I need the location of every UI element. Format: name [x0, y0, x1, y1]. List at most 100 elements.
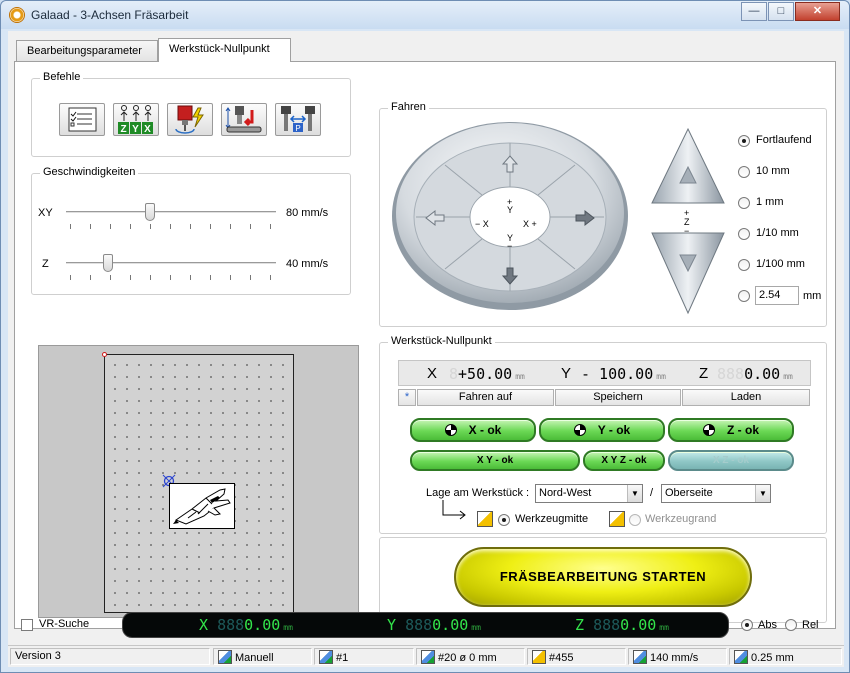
y-ok-button[interactable]: Y - ok	[539, 418, 665, 442]
pos-y-value: 0.00	[432, 616, 469, 634]
tab-bearbeitungsparameter[interactable]: Bearbeitungsparameter	[16, 40, 158, 62]
pos-z-label: Z	[575, 616, 585, 634]
tool-change-button[interactable]: P	[275, 103, 321, 136]
position-display: X 8880.00 mm Y 8880.00 mm Z 8880.00 mm	[122, 612, 729, 638]
pos-x-unit: mm	[283, 623, 293, 632]
axis-reference-button[interactable]: Z Y X	[113, 103, 159, 136]
lage-select[interactable]: Nord-West ▼	[535, 484, 643, 503]
fahren-group: Fahren + Y − X X + Y − + Z − Fortlaufend…	[379, 101, 827, 327]
title-bar: Galaad - 3-Achsen Fräsarbeit — □ ✕	[1, 1, 849, 29]
status-tool-info: #20 ø 0 mm	[416, 648, 525, 665]
status-mode: Manuell	[213, 648, 312, 665]
xz-ok-button[interactable]: X Z - ok	[668, 450, 794, 471]
spindle-button[interactable]	[167, 103, 213, 136]
rel-radio[interactable]	[785, 619, 797, 631]
x-ok-button[interactable]: X - ok	[410, 418, 536, 442]
client-area: Bearbeitungsparameter Werkstück-Nullpunk…	[8, 31, 844, 667]
seite-select[interactable]: Oberseite ▼	[661, 484, 771, 503]
step-1mm-radio[interactable]	[738, 197, 750, 209]
z-ok-button[interactable]: Z - ok	[668, 418, 794, 442]
z-speed-track[interactable]	[66, 262, 276, 265]
dial-y-top-label: Y	[507, 205, 514, 215]
design-thumbnail	[169, 483, 235, 529]
zero-z-label: Z	[699, 365, 709, 382]
app-window: Galaad - 3-Achsen Fräsarbeit — □ ✕ Bearb…	[0, 0, 850, 673]
chevron-down-icon: ▼	[755, 485, 770, 502]
nullpunkt-group: Werkstück-Nullpunkt X 8+50.00 mm Y - 100.…	[379, 335, 827, 534]
x-ok-label: X - ok	[468, 423, 502, 437]
start-milling-button[interactable]: FRÄSBEARBEITUNG STARTEN	[454, 547, 752, 607]
speichern-button[interactable]: Speichern	[555, 389, 681, 406]
tool-measure-button[interactable]	[221, 103, 267, 136]
zero-z-ghost: 888	[717, 365, 745, 383]
y-ok-label: Y - ok	[597, 423, 631, 437]
zero-x-value: +50.00	[458, 365, 513, 383]
tab-panel: Befehle Z Y X P Geschwindigkeiten XY 80 …	[14, 61, 836, 629]
hand-mode-icon	[218, 650, 232, 664]
z-speed-ticks	[70, 275, 272, 280]
zero-z-value-field: 8880.00 mm	[717, 365, 793, 383]
xyz-ok-button[interactable]: X Y Z - ok	[583, 450, 665, 471]
minimize-button[interactable]: —	[741, 2, 767, 21]
step-10mm-radio[interactable]	[738, 166, 750, 178]
fahren-auf-button[interactable]: Fahren auf	[417, 389, 554, 406]
fahren-title: Fahren	[388, 101, 429, 113]
laden-button[interactable]: Laden	[682, 389, 810, 406]
werkzeugrand-radio[interactable]	[629, 514, 641, 526]
svg-text:P: P	[295, 124, 300, 133]
z-speed-value: 40 mm/s	[286, 258, 329, 270]
zero-x-ghost: 8	[449, 365, 459, 383]
dial-y-minus: −	[507, 241, 513, 251]
xy-speed-ticks	[70, 224, 272, 229]
xy-ok-button[interactable]: X Y - ok	[410, 450, 580, 471]
nullpunkt-title: Werkstück-Nullpunkt	[388, 335, 495, 347]
close-button[interactable]: ✕	[795, 2, 840, 21]
material-icon	[532, 650, 546, 664]
vr-suche-label: VR-Suche	[39, 618, 90, 630]
zero-y-label: Y	[561, 365, 572, 382]
step-custom-unit: mm	[803, 290, 822, 302]
cutter-icon	[421, 650, 435, 664]
status-speed: 140 mm/s	[628, 648, 727, 665]
zero-x-value-field: 8+50.00 mm	[449, 365, 525, 383]
z-speed-thumb[interactable]	[103, 254, 113, 272]
z-ok-label: Z - ok	[727, 423, 759, 437]
xy-jog-dial	[392, 122, 628, 310]
status-tool-number-text: #1	[336, 652, 349, 664]
depth-icon	[734, 650, 748, 664]
step-fortlaufend-radio[interactable]	[738, 135, 750, 147]
connector-arrow-icon	[442, 500, 466, 520]
workpiece-preview[interactable]	[38, 345, 359, 618]
step-fortlaufend-label: Fortlaufend	[756, 134, 812, 146]
werkzeugmitte-radio[interactable]	[498, 514, 510, 526]
tool-change-icon: P	[281, 106, 315, 133]
maximize-button[interactable]: □	[768, 2, 794, 21]
z-minus-button[interactable]	[651, 232, 725, 315]
tool-edge-icon	[609, 511, 625, 527]
xy-speed-track[interactable]	[66, 211, 276, 214]
zero-z-unit: mm	[783, 372, 793, 381]
job-list-button[interactable]	[59, 103, 105, 136]
werkzeugrand-label: Werkzeugrand	[645, 513, 717, 525]
target-icon	[444, 424, 457, 436]
space-shuttle-icon	[173, 488, 231, 525]
werkzeugmitte-label: Werkzeugmitte	[515, 513, 589, 525]
xy-speed-thumb[interactable]	[145, 203, 155, 221]
star-button[interactable]: *	[398, 389, 416, 406]
step-1-10mm-radio[interactable]	[738, 228, 750, 240]
lage-select-value: Nord-West	[539, 487, 592, 499]
vr-suche-checkbox[interactable]	[21, 619, 33, 631]
abs-radio[interactable]	[741, 619, 753, 631]
seite-select-value: Oberseite	[665, 487, 713, 499]
step-1-100mm-radio[interactable]	[738, 259, 750, 271]
pos-y-unit: mm	[471, 623, 481, 632]
step-custom-input[interactable]: 2.54	[755, 286, 799, 305]
z-speed-label: Z	[42, 258, 49, 270]
step-1-100mm-label: 1/100 mm	[756, 258, 805, 270]
step-10mm-label: 10 mm	[756, 165, 790, 177]
step-custom-radio[interactable]	[738, 290, 750, 302]
tab-werkstueck-nullpunkt[interactable]: Werkstück-Nullpunkt	[158, 38, 291, 62]
zero-z-value: 0.00	[744, 365, 781, 383]
status-material: #455	[527, 648, 626, 665]
zero-x-label: X	[427, 365, 438, 382]
